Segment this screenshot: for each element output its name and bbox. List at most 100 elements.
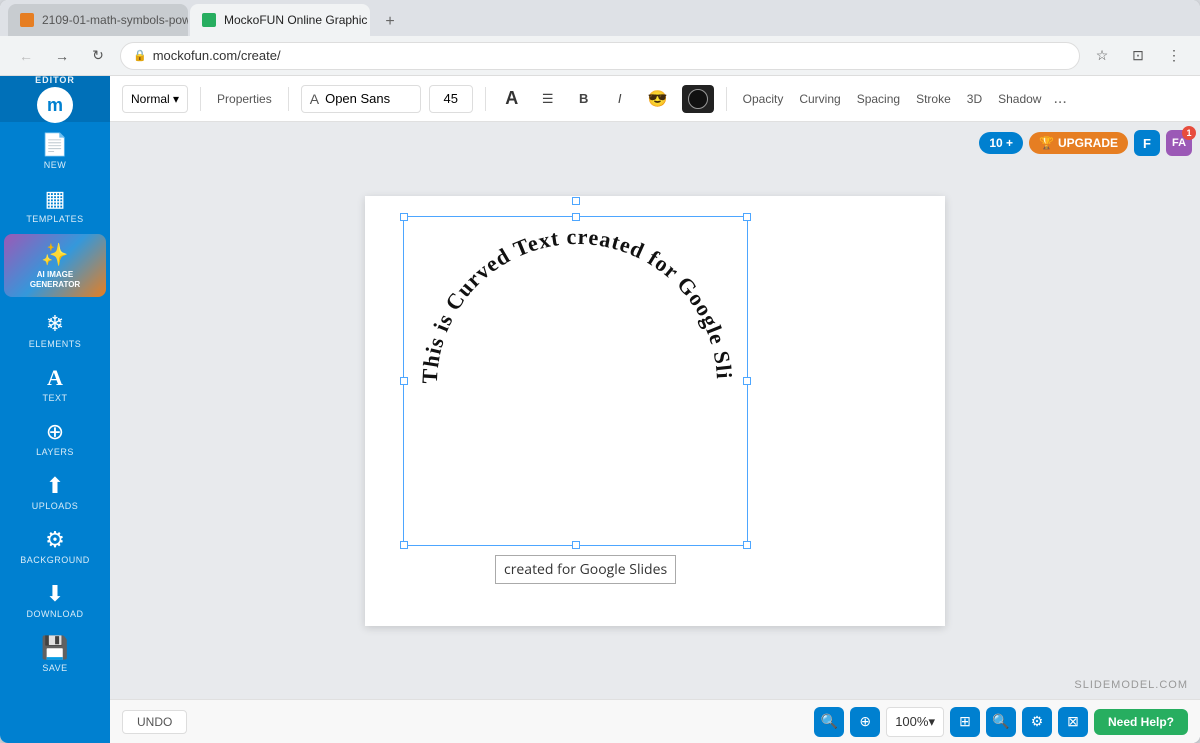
sidebar-item-templates[interactable]: ▦ TEMPLATES [0, 176, 110, 230]
sidebar-item-new[interactable]: 📄 NEW [0, 122, 110, 176]
tab-1-label: 2109-01-math-symbols-power... [42, 13, 188, 27]
inline-text-content: created for Google Slides [504, 560, 667, 579]
uploads-icon: ⬆ [46, 473, 64, 499]
italic-button[interactable]: I [606, 85, 634, 113]
color-swatch [688, 89, 708, 109]
italic-icon: I [618, 91, 622, 106]
zoom-crop-button[interactable]: ⊠ [1058, 707, 1088, 737]
notif-count: 1 [1186, 128, 1191, 138]
zoom-out-button[interactable]: 🔍 [814, 707, 844, 737]
main-content: Normal ▾ Properties A Open Sans 45 A ☰ [110, 76, 1200, 743]
toolbar: Normal ▾ Properties A Open Sans 45 A ☰ [110, 76, 1200, 122]
mode-select[interactable]: Normal ▾ [122, 85, 188, 113]
sidebar-label-save: SAVE [42, 663, 67, 673]
toolbar-divider-2 [288, 87, 289, 111]
background-icon: ⚙ [45, 527, 65, 553]
zoom-expand-button[interactable]: ⊞ [950, 707, 980, 737]
zoom-value: 100% [895, 714, 928, 729]
undo-button[interactable]: UNDO [122, 710, 187, 734]
sidebar: EDITOR m 📄 NEW ▦ TEMPLATES ✨ AI IMAGEGEN… [0, 76, 110, 743]
spacing-button[interactable]: Spacing [853, 92, 904, 106]
font-size-input[interactable]: 45 [429, 85, 473, 113]
sidebar-item-download[interactable]: ⬇ DOWNLOAD [0, 571, 110, 625]
f-badge[interactable]: F [1134, 130, 1160, 156]
cast-button[interactable]: ⊡ [1124, 42, 1152, 70]
mode-label: Normal ▾ [131, 92, 179, 106]
new-icon: 📄 [41, 132, 68, 158]
stroke-button[interactable]: Stroke [912, 92, 955, 106]
sidebar-item-elements[interactable]: ❄ ELEMENTS [0, 301, 110, 355]
fa-badge[interactable]: FA 1 [1166, 130, 1192, 156]
save-icon: 💾 [41, 635, 68, 661]
svg-text:This is Curved Text created fo: This is Curved Text created for Google S… [407, 214, 737, 384]
sidebar-label-text: TEXT [42, 393, 67, 403]
text-icon: A [47, 365, 63, 391]
logo-circle: m [37, 87, 73, 123]
zoom-minus-button[interactable]: 🔍 [986, 707, 1016, 737]
font-selector[interactable]: A Open Sans [301, 85, 421, 113]
sidebar-item-layers[interactable]: ⊕ LAYERS [0, 409, 110, 463]
badge-10-plus[interactable]: 10 + [979, 132, 1023, 154]
forward-button[interactable]: → [48, 42, 76, 70]
fa-label: FA [1172, 137, 1186, 149]
zoom-fit-button[interactable]: ⊕ [850, 707, 880, 737]
toolbar-divider-4 [726, 87, 727, 111]
ai-label: AI IMAGEGENERATOR [30, 270, 80, 289]
3d-button[interactable]: 3D [963, 92, 986, 106]
font-size-value: 45 [444, 91, 458, 106]
sidebar-item-background[interactable]: ⚙ BACKGROUND [0, 517, 110, 571]
bookmark-button[interactable]: ☆ [1088, 42, 1116, 70]
zoom-settings-button[interactable]: ⚙ [1022, 707, 1052, 737]
app: EDITOR m 📄 NEW ▦ TEMPLATES ✨ AI IMAGEGEN… [0, 76, 1200, 743]
address-text: mockofun.com/create/ [153, 48, 281, 63]
sidebar-item-text[interactable]: A TEXT [0, 355, 110, 409]
canvas[interactable]: This is Curved Text created for Google S… [365, 196, 945, 626]
sidebar-label-download: DOWNLOAD [26, 609, 83, 619]
refresh-button[interactable]: ↻ [84, 42, 112, 70]
properties-button[interactable]: Properties [213, 92, 276, 106]
sidebar-item-uploads[interactable]: ⬆ UPLOADS [0, 463, 110, 517]
emoji-button[interactable]: 😎 [642, 85, 674, 113]
new-tab-button[interactable]: + [376, 8, 404, 36]
opacity-button[interactable]: Opacity [739, 92, 788, 106]
toolbar-divider-3 [485, 87, 486, 111]
sidebar-item-ai[interactable]: ✨ AI IMAGEGENERATOR [4, 234, 106, 297]
upgrade-icon: 🏆 [1039, 136, 1054, 150]
top-right-badges: 10 + 🏆 UPGRADE F FA 1 [979, 130, 1192, 156]
toolbar-divider-1 [200, 87, 201, 111]
sidebar-label-background: BACKGROUND [20, 555, 90, 565]
bold-icon: B [579, 91, 588, 106]
back-button[interactable]: ← [12, 42, 40, 70]
need-help-button[interactable]: Need Help? [1094, 709, 1188, 735]
text-color-button[interactable]: A [498, 85, 526, 113]
tab-2-favicon [202, 13, 216, 27]
sidebar-item-save[interactable]: 💾 SAVE [0, 625, 110, 679]
tab-2-label: MockoFUN Online Graphic De... [224, 13, 370, 27]
editor-label: EDITOR [35, 76, 75, 85]
f-label: F [1143, 136, 1151, 151]
tab-2[interactable]: MockoFUN Online Graphic De... × [190, 4, 370, 36]
inline-text-box[interactable]: created for Google Slides [495, 555, 676, 584]
tab-1[interactable]: 2109-01-math-symbols-power... × [8, 4, 188, 36]
bold-button[interactable]: B [570, 85, 598, 113]
align-button[interactable]: ☰ [534, 85, 562, 113]
shadow-button[interactable]: Shadow [994, 92, 1045, 106]
sidebar-label-uploads: UPLOADS [32, 501, 79, 511]
sidebar-logo[interactable]: EDITOR m [0, 76, 110, 122]
download-icon: ⬇ [46, 581, 64, 607]
font-name: Open Sans [325, 91, 390, 106]
curving-button[interactable]: Curving [795, 92, 844, 106]
more-options-button[interactable]: ... [1053, 90, 1066, 108]
rotate-handle[interactable] [572, 197, 580, 205]
canvas-area: 10 + 🏆 UPGRADE F FA 1 [110, 122, 1200, 699]
address-bar[interactable]: 🔒 mockofun.com/create/ [120, 42, 1080, 70]
sidebar-label-layers: LAYERS [36, 447, 74, 457]
menu-button[interactable]: ⋮ [1160, 42, 1188, 70]
font-letter-icon: A [505, 88, 518, 109]
sunglasses-emoji-icon: 😎 [648, 89, 668, 109]
align-icon: ☰ [542, 91, 554, 107]
upgrade-button[interactable]: 🏆 UPGRADE [1029, 132, 1128, 154]
templates-icon: ▦ [45, 186, 66, 212]
zoom-display: 100% ▾ [886, 707, 944, 737]
color-picker-button[interactable] [682, 85, 714, 113]
